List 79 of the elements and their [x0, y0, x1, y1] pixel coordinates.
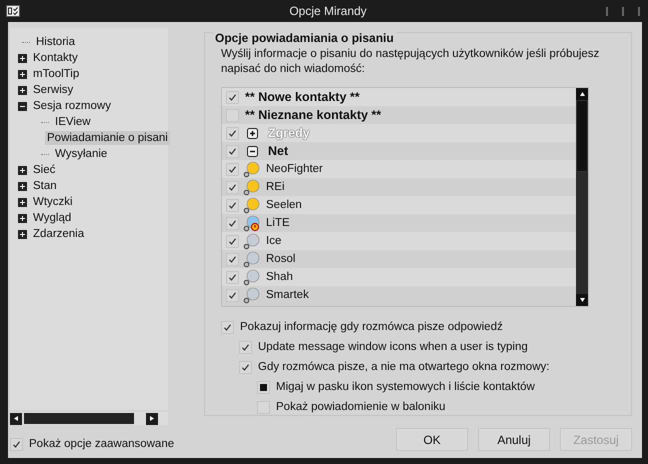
expand-icon[interactable] [18, 198, 27, 206]
option-label: Pokazuj informację gdy rozmówca pisze odpowiedź [240, 321, 503, 333]
right-arrow-icon [150, 416, 154, 421]
description-text: Wyślij informacje o pisaniu do następujących użytkowników jeśli próbujesz napisać do nich wiadomość: [221, 47, 600, 77]
contact-name[interactable]: Shah [266, 271, 293, 283]
scroll-down-button[interactable] [576, 294, 588, 306]
check-icon [228, 92, 237, 102]
checkbox[interactable] [221, 320, 234, 334]
up-arrow-icon [580, 92, 584, 96]
checkbox[interactable] [226, 198, 239, 212]
expand-icon[interactable] [18, 166, 27, 174]
checkbox[interactable] [226, 252, 239, 266]
checkbox[interactable] [226, 234, 239, 248]
tree-item[interactable]: Serwisy [31, 83, 76, 97]
expand-icon[interactable] [247, 128, 258, 138]
scroll-up-button[interactable] [576, 88, 588, 100]
tree-item[interactable]: Powiadamianie o pisani [45, 131, 170, 145]
scroll-right-button[interactable] [146, 412, 158, 424]
scroll-thumb[interactable] [576, 100, 588, 172]
expand-icon[interactable] [18, 86, 27, 94]
radio-button[interactable] [257, 380, 270, 394]
checkbox[interactable] [239, 360, 252, 374]
option-label: Update message window icons when a user is typing [258, 341, 528, 353]
tree-item[interactable]: Kontakty [31, 51, 80, 65]
tree-item[interactable]: Stan [31, 179, 59, 193]
tree-item[interactable]: Wysyłanie [53, 147, 110, 161]
tree-item[interactable]: Zdarzenia [31, 227, 86, 241]
dialog-button[interactable]: OK [396, 428, 468, 451]
collapse-icon[interactable] [18, 102, 27, 110]
checkbox[interactable] [10, 438, 23, 450]
contact-name[interactable]: REi [266, 181, 285, 193]
group-label[interactable]: Zgredy [268, 126, 310, 140]
checkbox-label: Pokaż opcje zaawansowane [29, 438, 174, 450]
tree-item[interactable]: mToolTip [31, 67, 82, 81]
check-icon [241, 362, 250, 372]
scroll-thumb[interactable] [24, 413, 134, 424]
expand-icon[interactable] [18, 182, 27, 190]
expand-icon[interactable] [18, 230, 27, 238]
tree-item[interactable]: Wtyczki [31, 195, 75, 209]
checkbox[interactable] [239, 340, 252, 354]
contact-name[interactable]: LiTE [266, 217, 290, 229]
contact-name[interactable]: Smartek [266, 289, 309, 301]
scroll-left-button[interactable] [10, 412, 22, 424]
window-title: Opcje Mirandy [288, 4, 368, 18]
expand-icon[interactable] [18, 214, 27, 222]
contact-name[interactable]: Ice [266, 235, 282, 247]
checkbox[interactable] [226, 144, 239, 158]
check-icon [12, 440, 21, 448]
option-label: Migaj w pasku ikon systemowych i liście kontaktów [276, 381, 535, 393]
checkbox[interactable] [226, 216, 239, 230]
contact-name[interactable]: Seelen [266, 199, 302, 211]
tree-item[interactable]: Sesja rozmowy [31, 99, 113, 113]
expand-icon[interactable] [18, 54, 27, 62]
check-icon [223, 322, 232, 332]
tree-item[interactable]: Historia [34, 35, 77, 49]
tree-item[interactable]: Wygląd [31, 211, 74, 225]
option-label: Pokaż powiadomienie w baloniku [276, 401, 446, 413]
minimize-button[interactable] [606, 6, 608, 16]
check-icon [241, 342, 250, 352]
contact-name[interactable]: NeoFighter [266, 163, 323, 175]
contact-name[interactable]: Rosol [266, 253, 296, 265]
contact-group-label[interactable]: ** Nieznane kontakty ** [245, 108, 382, 122]
checkbox[interactable] [226, 288, 239, 302]
tree-item[interactable]: Sieć [31, 163, 58, 177]
app-icon[interactable] [6, 5, 20, 17]
tree-item[interactable]: IEView [53, 115, 93, 129]
collapse-icon[interactable] [247, 146, 258, 156]
checkbox[interactable] [226, 126, 239, 140]
left-arrow-icon [14, 416, 18, 421]
expand-icon[interactable] [18, 70, 27, 78]
group-title: Opcje powiadamiania o pisaniu [213, 31, 396, 45]
checkbox[interactable] [226, 162, 239, 176]
dialog-button[interactable]: Anuluj [478, 428, 550, 451]
down-arrow-icon [580, 298, 584, 302]
checkbox[interactable] [226, 180, 239, 194]
group-label[interactable]: Net [268, 144, 288, 158]
option-label: Gdy rozmówca pisze, a nie ma otwartego okna rozmowy: [258, 361, 550, 373]
checkbox[interactable] [226, 90, 239, 104]
checkbox[interactable] [226, 270, 239, 284]
